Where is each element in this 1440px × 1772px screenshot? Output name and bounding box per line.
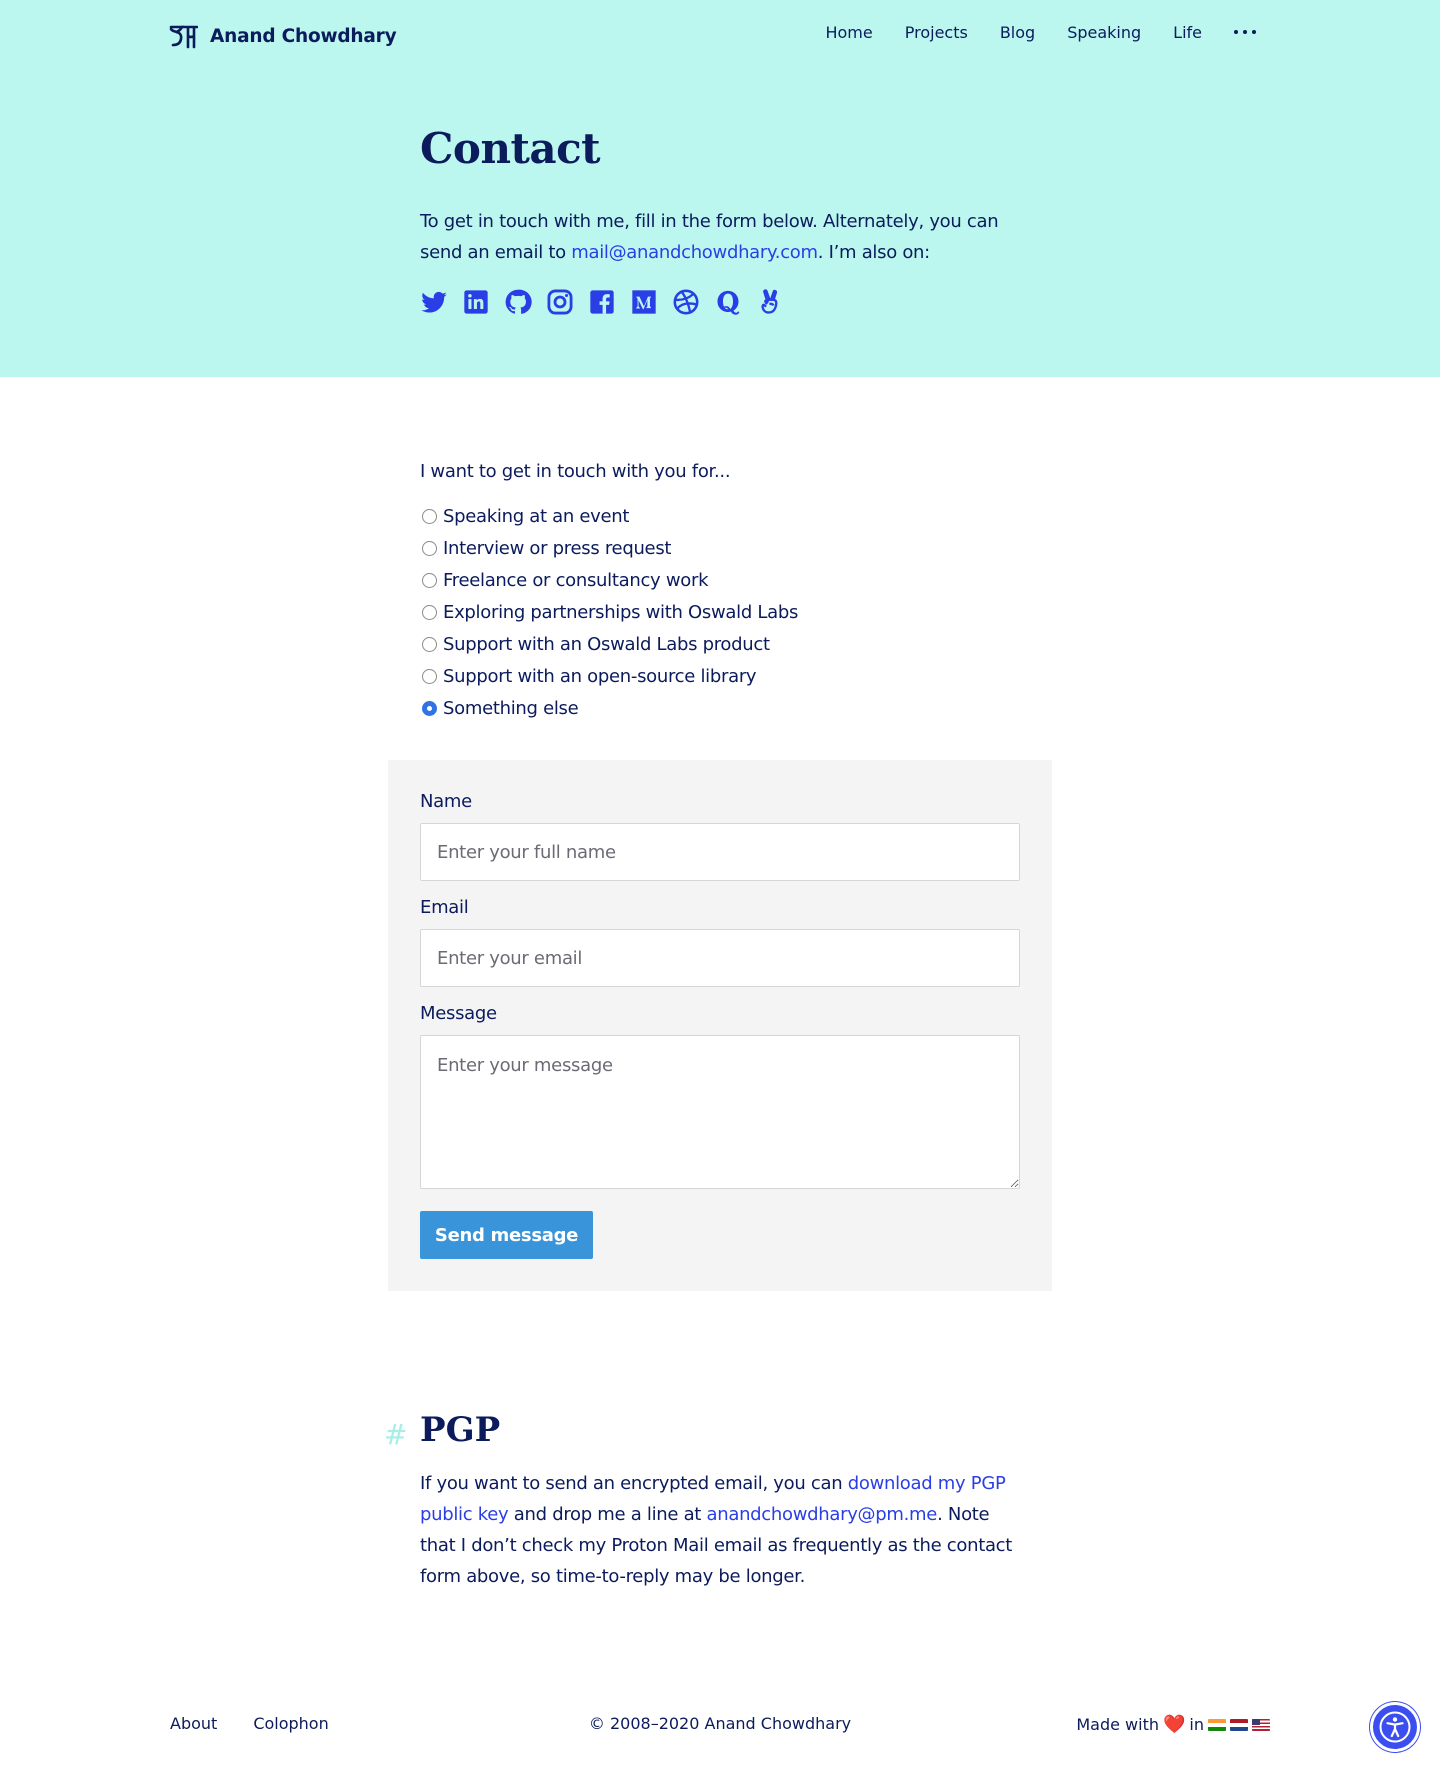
instagram-icon[interactable]	[546, 288, 574, 316]
option-label: Support with an open-source library	[443, 665, 757, 687]
option-label: Speaking at an event	[443, 505, 630, 527]
option-label: Freelance or consultancy work	[443, 569, 709, 591]
intro-text-after: . I’m also on:	[817, 242, 930, 263]
brand-name: Anand Chowdhary	[210, 25, 397, 47]
made-with-text: Made with	[1076, 1715, 1159, 1734]
option-label: Something else	[443, 697, 579, 719]
usa-flag-icon	[1252, 1718, 1270, 1731]
option-label: Support with an Oswald Labs product	[443, 633, 770, 655]
accessibility-icon[interactable]	[1370, 1702, 1420, 1752]
heart-icon: ❤️	[1162, 1714, 1186, 1735]
topic-options: Speaking at an event Interview or press …	[420, 500, 798, 724]
topic-option-freelance[interactable]: Freelance or consultancy work	[420, 564, 798, 596]
topic-option-speaking[interactable]: Speaking at an event	[420, 500, 798, 532]
twitter-icon[interactable]	[420, 288, 448, 316]
topic-option-interview[interactable]: Interview or press request	[420, 532, 798, 564]
name-input[interactable]	[420, 823, 1020, 881]
intro-email-link[interactable]: mail@anandchowdhary.com	[571, 242, 818, 263]
angellist-icon[interactable]	[756, 288, 784, 316]
facebook-icon[interactable]	[588, 288, 616, 316]
footer-links: About Colophon	[170, 1714, 329, 1733]
pgp-email-link[interactable]: anandchowdhary@pm.me	[707, 1504, 938, 1525]
message-textarea[interactable]	[420, 1035, 1020, 1189]
dribbble-icon[interactable]	[672, 288, 700, 316]
github-icon[interactable]	[504, 288, 532, 316]
social-links	[420, 288, 784, 316]
hero-section: Anand Chowdhary Home Projects Blog Speak…	[0, 0, 1440, 377]
name-label: Name	[420, 791, 472, 812]
option-label: Interview or press request	[443, 537, 672, 559]
topic-option-something-else[interactable]: Something else	[420, 692, 798, 724]
pgp-anchor-link[interactable]: #	[384, 1418, 407, 1451]
made-with: Made with ❤️ in	[1076, 1714, 1270, 1735]
brand-link[interactable]: Anand Chowdhary	[168, 18, 397, 54]
nav-life[interactable]: Life	[1173, 23, 1202, 42]
linkedin-icon[interactable]	[462, 288, 490, 316]
medium-icon[interactable]	[630, 288, 658, 316]
accessibility-figure-icon	[1379, 1711, 1411, 1743]
pgp-heading: PGP	[420, 1410, 501, 1450]
pgp-text: If you want to send an encrypted email, …	[420, 1468, 1020, 1592]
topic-option-partnerships[interactable]: Exploring partnerships with Oswald Labs	[420, 596, 798, 628]
topic-question: I want to get in touch with you for...	[420, 461, 731, 482]
footer-about-link[interactable]: About	[170, 1714, 217, 1733]
netherlands-flag-icon	[1230, 1718, 1248, 1731]
nav-projects[interactable]: Projects	[905, 23, 968, 42]
radio-button[interactable]	[422, 668, 437, 684]
pgp-text-2: and drop me a line at	[508, 1504, 707, 1525]
more-dots-icon[interactable]	[1234, 22, 1256, 42]
topic-option-support-product[interactable]: Support with an Oswald Labs product	[420, 628, 798, 660]
contact-form: Name Email Message Send message	[388, 760, 1052, 1291]
radio-button[interactable]	[422, 572, 437, 588]
brand-logo-icon	[169, 25, 198, 49]
page-title: Contact	[420, 124, 601, 173]
radio-button[interactable]	[422, 604, 437, 620]
nav-blog[interactable]: Blog	[1000, 23, 1035, 42]
made-in-text: in	[1189, 1715, 1204, 1734]
topic-option-support-library[interactable]: Support with an open-source library	[420, 660, 798, 692]
nav-speaking[interactable]: Speaking	[1067, 23, 1141, 42]
email-input[interactable]	[420, 929, 1020, 987]
radio-button-selected[interactable]	[422, 700, 437, 716]
option-label: Exploring partnerships with Oswald Labs	[443, 601, 799, 623]
send-message-button[interactable]: Send message	[420, 1211, 593, 1259]
quora-icon[interactable]	[714, 288, 742, 316]
pgp-text-1: If you want to send an encrypted email, …	[420, 1473, 848, 1494]
radio-button[interactable]	[422, 508, 437, 524]
radio-button[interactable]	[422, 540, 437, 556]
main-nav: Home Projects Blog Speaking Life	[825, 22, 1256, 42]
india-flag-icon	[1208, 1718, 1226, 1731]
radio-button[interactable]	[422, 636, 437, 652]
nav-home[interactable]: Home	[825, 23, 872, 42]
footer-colophon-link[interactable]: Colophon	[253, 1714, 328, 1733]
email-label: Email	[420, 897, 469, 918]
message-label: Message	[420, 1003, 497, 1024]
intro-text: To get in touch with me, fill in the for…	[420, 206, 1020, 268]
